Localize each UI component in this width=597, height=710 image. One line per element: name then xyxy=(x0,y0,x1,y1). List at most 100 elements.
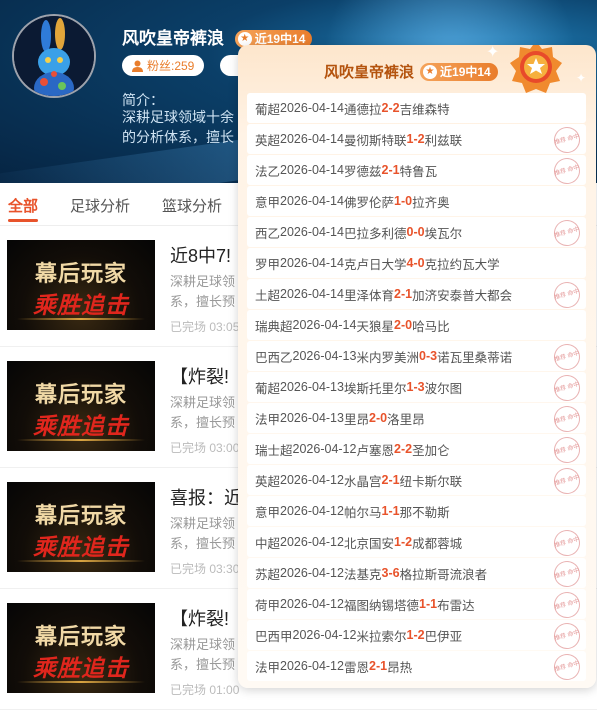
hit-stamp-icon: 推荐 命中 xyxy=(551,558,583,590)
home-score: 1 xyxy=(393,535,401,549)
hit-stamp-icon: 推荐 命中 xyxy=(551,372,583,404)
tab-football-analysis[interactable]: 足球分析 xyxy=(70,195,130,216)
home-score: 2 xyxy=(393,287,401,301)
article-title[interactable]: 【炸裂! xyxy=(170,605,229,631)
article-thumbnail[interactable]: 幕后玩家 乘胜追击 xyxy=(7,603,155,693)
desc-line: 深耕足球领 xyxy=(170,516,236,531)
hit-stamp-icon: 推荐 命中 xyxy=(551,651,583,683)
home-team: 巴拉多利德 xyxy=(343,226,407,241)
article-thumbnail[interactable]: 幕后玩家 乘胜追击 xyxy=(7,482,155,572)
hit-stamp-icon: 推荐 命中 xyxy=(551,124,583,156)
match-row[interactable]: 土超 2026-04-14 里泽体育 2 - 1 加济安泰普大都会 推荐 命中 xyxy=(247,279,586,311)
match-date: 2026-04-12 xyxy=(280,473,344,487)
match-date: 2026-04-14 xyxy=(280,256,344,270)
away-team: 洛里昂 xyxy=(387,412,425,427)
match-league: 英超 xyxy=(255,474,281,489)
article-title[interactable]: 喜报：近 xyxy=(170,484,242,510)
popup-record-badge-text: 近19中14 xyxy=(440,65,491,79)
match-date: 2026-04-13 xyxy=(292,349,357,363)
away-score: 2 xyxy=(392,101,400,115)
away-team: 诺瓦里桑蒂诺 xyxy=(437,350,513,365)
away-score: 3 xyxy=(430,349,438,363)
match-row[interactable]: 法乙 2026-04-14 罗德兹 2 - 1 特鲁瓦 推荐 命中 xyxy=(247,155,586,187)
match-row[interactable]: 葡超 2026-04-14 通德拉 2 - 2 吉维森特 xyxy=(247,93,586,123)
match-date: 2026-04-13 xyxy=(280,411,344,425)
match-row[interactable]: 英超 2026-04-14 曼彻斯特联 1 - 2 利兹联 推荐 命中 xyxy=(247,124,586,156)
match-league: 葡超 xyxy=(255,102,281,117)
match-row[interactable]: 英超 2026-04-12 水晶宫 2 - 1 纽卡斯尔联 推荐 命中 xyxy=(247,465,586,497)
tab-all[interactable]: 全部 xyxy=(8,195,38,216)
match-row[interactable]: 荷甲 2026-04-12 福图纳锡塔德 1 - 1 布雷达 推荐 命中 xyxy=(247,589,586,621)
thumb-line2: 乘胜追击 xyxy=(33,292,129,319)
match-row[interactable]: 瑞典超 2026-04-14 天狼星 2 - 0 哈马比 xyxy=(247,310,586,340)
match-row[interactable]: 法甲 2026-04-13 里昂 2 - 0 洛里昂 推荐 命中 xyxy=(247,403,586,435)
article-thumbnail[interactable]: 幕后玩家 乘胜追击 xyxy=(7,240,155,330)
home-score: 3 xyxy=(381,566,389,580)
match-league: 土超 xyxy=(255,288,281,303)
match-row[interactable]: 中超 2026-04-12 北京国安 1 - 2 成都蓉城 推荐 命中 xyxy=(247,527,586,559)
match-row[interactable]: 瑞士超 2026-04-12 卢塞恩 2 - 2 圣加仑 推荐 命中 xyxy=(247,434,586,466)
match-row[interactable]: 巴西乙 2026-04-13 米内罗美洲 0 - 3 诺瓦里桑蒂诺 推荐 命中 xyxy=(247,341,586,373)
match-row[interactable]: 西乙 2026-04-14 巴拉多利德 0 - 0 埃瓦尔 推荐 命中 xyxy=(247,217,586,249)
article-time: 已完场 03:05 xyxy=(170,320,240,334)
match-league: 罗甲 xyxy=(255,257,281,272)
home-team: 曼彻斯特联 xyxy=(343,133,407,148)
fans-pill: 粉丝:259 xyxy=(122,55,205,76)
author-avatar[interactable] xyxy=(12,14,96,98)
home-score: 2 xyxy=(381,473,389,487)
hit-stamp-icon: 推荐 命中 xyxy=(551,527,583,559)
match-date: 2026-04-12 xyxy=(280,659,344,673)
home-team: 水晶宫 xyxy=(343,474,382,489)
home-score: 0 xyxy=(418,349,426,363)
popup-record-badge: ★ 近19中14 xyxy=(420,62,498,81)
away-team: 利兹联 xyxy=(424,133,463,148)
match-row[interactable]: 意甲 2026-04-12 帕尔马 1 - 1 那不勒斯 xyxy=(247,496,586,526)
desc-line: 系，擅长预 xyxy=(170,657,236,672)
author-name[interactable]: 风吹皇帝裤浪 xyxy=(122,29,224,48)
article-thumbnail[interactable]: 幕后玩家 乘胜追击 xyxy=(7,361,155,451)
hit-stamp-icon: 推荐 命中 xyxy=(551,403,583,435)
match-date: 2026-04-12 xyxy=(280,535,344,549)
away-score: 1 xyxy=(430,597,438,611)
match-date: 2026-04-13 xyxy=(280,380,344,394)
match-row[interactable]: 意甲 2026-04-14 佛罗伦萨 1 - 0 拉齐奥 xyxy=(247,186,586,216)
match-league: 意甲 xyxy=(255,505,281,520)
away-score: 0 xyxy=(405,318,413,332)
match-date: 2026-04-14 xyxy=(280,225,344,239)
article-desc: 深耕足球领 系，擅长预 xyxy=(170,393,240,433)
desc-line: 深耕足球领 xyxy=(170,274,236,289)
home-score: 2 xyxy=(393,318,401,332)
desc-line: 系，擅长预 xyxy=(170,294,236,309)
home-team: 米内罗美洲 xyxy=(356,350,419,365)
tab-basketball-analysis[interactable]: 篮球分析 xyxy=(162,195,222,216)
match-date: 2026-04-14 xyxy=(280,287,344,301)
article-title[interactable]: 【炸裂! xyxy=(170,363,229,389)
article-time: 已完场 03:00 xyxy=(170,441,240,455)
match-row[interactable]: 葡超 2026-04-13 埃斯托里尔 1 - 3 波尔图 推荐 命中 xyxy=(247,372,586,404)
intro-line: 的分析体系，擅长 xyxy=(122,129,234,145)
hit-stamp-icon: 推荐 命中 xyxy=(551,465,583,497)
match-date: 2026-04-14 xyxy=(280,194,344,208)
match-row[interactable]: 法甲 2026-04-12 雷恩 2 - 1 昂热 推荐 命中 xyxy=(247,651,586,683)
match-row[interactable]: 苏超 2026-04-12 法基克 3 - 6 格拉斯哥流浪者 推荐 命中 xyxy=(247,558,586,590)
thumb-line1: 幕后玩家 xyxy=(34,261,127,287)
home-score: 1 xyxy=(406,380,414,394)
home-team: 福图纳锡塔德 xyxy=(343,598,419,613)
article-desc: 深耕足球领 系，擅长预 xyxy=(170,635,240,675)
match-row[interactable]: 巴西甲 2026-04-12 米拉索尔 1 - 2 巴伊亚 推荐 命中 xyxy=(247,620,586,652)
intro-line: 深耕足球领域十余 xyxy=(122,109,234,125)
article-title[interactable]: 近8中7! xyxy=(170,242,231,268)
match-league: 英超 xyxy=(255,133,281,148)
home-team: 卢塞恩 xyxy=(356,443,394,458)
match-league: 西乙 xyxy=(255,226,281,241)
home-score: 4 xyxy=(406,256,414,270)
sparkle-icon: ✦ xyxy=(576,71,587,85)
match-row[interactable]: 罗甲 2026-04-14 克卢日大学 4 - 0 克拉约瓦大学 xyxy=(247,248,586,278)
match-date: 2026-04-14 xyxy=(280,132,344,146)
match-league: 法甲 xyxy=(255,412,281,427)
active-tab-indicator xyxy=(8,219,38,222)
home-score: 1 xyxy=(418,597,426,611)
home-team: 罗德兹 xyxy=(343,164,382,179)
match-date: 2026-04-12 xyxy=(280,504,344,518)
away-team: 拉齐奥 xyxy=(412,195,450,210)
